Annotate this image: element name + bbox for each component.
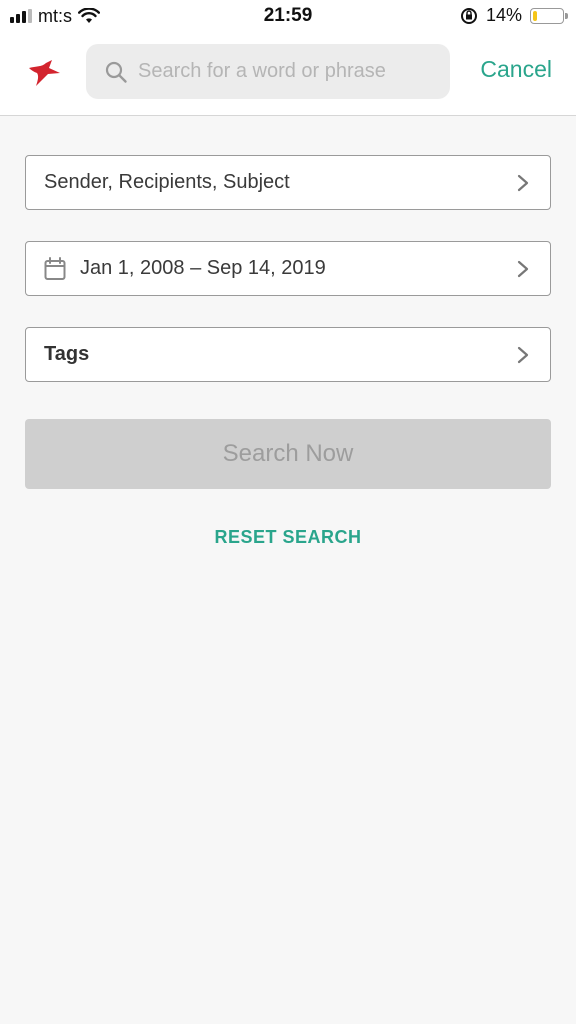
battery-fill — [533, 10, 537, 21]
cancel-button[interactable]: Cancel — [480, 56, 552, 83]
status-right: 14% — [460, 5, 568, 26]
battery-percent: 14% — [485, 5, 522, 25]
people-subject-label: Sender, Recipients, Subject — [44, 171, 290, 193]
chevron-right-icon — [517, 174, 529, 191]
reset-search-link[interactable]: RESET SEARCH — [0, 527, 576, 548]
search-field[interactable] — [86, 44, 450, 99]
date-range-label: Jan 1, 2008 – Sep 14, 2019 — [80, 257, 326, 279]
tags-label: Tags — [44, 343, 90, 365]
battery-icon — [530, 7, 568, 24]
tags-filter[interactable]: Tags — [25, 327, 551, 382]
date-range-filter[interactable]: Jan 1, 2008 – Sep 14, 2019 — [25, 241, 551, 296]
calendar-icon — [44, 256, 66, 280]
rotation-lock-icon — [460, 7, 477, 24]
search-input[interactable] — [136, 59, 440, 84]
search-header: Cancel — [0, 32, 576, 116]
search-now-button[interactable]: Search Now — [25, 419, 551, 489]
search-icon — [105, 61, 127, 83]
app-logo-icon — [29, 60, 60, 86]
chevron-right-icon — [517, 260, 529, 277]
chevron-right-icon — [517, 346, 529, 363]
people-subject-filter[interactable]: Sender, Recipients, Subject — [25, 155, 551, 210]
status-bar: mt:s 21:59 14% — [0, 0, 576, 32]
